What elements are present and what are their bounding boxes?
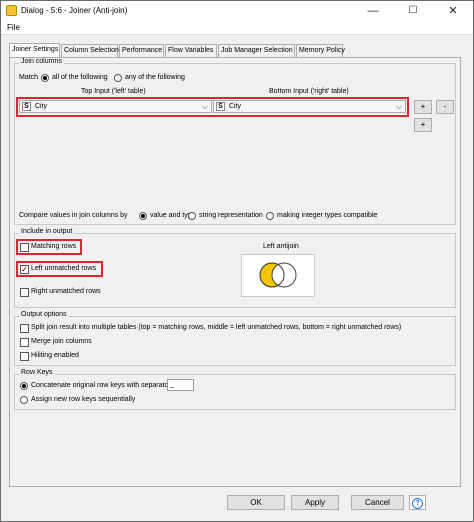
bottom-input-header: Bottom Input ('right' table): [269, 88, 349, 95]
compare-label: Compare values in join columns by: [19, 212, 128, 219]
string-type-icon: S: [22, 102, 31, 111]
dialog-window: Dialog - 5:6 - Joiner (Anti-join) — ☐ ✕ …: [0, 0, 474, 522]
output-options-group: Output options Split join result into mu…: [14, 311, 456, 366]
concatenate-keys-radio[interactable]: [20, 382, 28, 390]
chevron-down-icon: ⌵: [395, 102, 402, 111]
assign-new-keys-label[interactable]: Assign new row keys sequentially: [31, 396, 135, 403]
tab-memory-policy[interactable]: Memory Policy: [296, 44, 345, 57]
output-options-legend: Output options: [19, 311, 69, 318]
help-icon: ?: [412, 498, 423, 509]
compare-string-label[interactable]: string representation: [199, 212, 263, 219]
separator-input[interactable]: _: [167, 379, 194, 391]
venn-title: Left antijoin: [263, 243, 299, 250]
matching-rows-label[interactable]: Matching rows: [31, 243, 76, 250]
hiliting-checkbox[interactable]: [20, 352, 29, 361]
matching-rows-checkbox[interactable]: [20, 243, 29, 252]
concatenate-keys-label[interactable]: Concatenate original row keys with separ…: [31, 382, 171, 389]
bottom-gutter: [1, 513, 473, 521]
match-label: Match: [19, 74, 39, 81]
left-join-column-value: City: [35, 103, 48, 110]
include-in-output-legend: Include in output: [19, 228, 75, 235]
left-unmatched-checkbox[interactable]: ✓: [20, 265, 29, 274]
row-keys-legend: Row Keys: [19, 369, 55, 376]
menu-bar: File: [1, 21, 473, 35]
compare-integer-label[interactable]: making integer types compatible: [277, 212, 377, 219]
tab-joiner-settings[interactable]: Joiner Settings: [9, 43, 60, 57]
menu-file[interactable]: File: [7, 23, 20, 32]
include-in-output-group: Include in output Matching rows ✓ Left u…: [14, 228, 456, 308]
merge-join-columns-checkbox[interactable]: [20, 338, 29, 347]
split-output-checkbox[interactable]: [20, 324, 29, 333]
window-title: Dialog - 5:6 - Joiner (Anti-join): [21, 6, 128, 15]
row-keys-group: Row Keys Concatenate original row keys w…: [14, 369, 456, 410]
knime-app-icon: [6, 5, 17, 16]
join-columns-group: Join columns Match all of the following …: [14, 58, 456, 225]
help-button[interactable]: ?: [409, 495, 426, 510]
compare-value-type-radio[interactable]: [139, 212, 147, 220]
match-all-radio[interactable]: [41, 74, 49, 82]
assign-new-keys-radio[interactable]: [20, 396, 28, 404]
chevron-down-icon: ⌵: [201, 102, 208, 111]
merge-join-columns-label[interactable]: Merge join columns: [31, 338, 92, 345]
match-all-label[interactable]: all of the following: [52, 74, 108, 81]
right-join-column-combo[interactable]: S City ⌵: [213, 100, 406, 113]
match-any-radio[interactable]: [114, 74, 122, 82]
venn-diagram: [241, 254, 315, 297]
joiner-settings-panel: Join columns Match all of the following …: [9, 57, 461, 487]
right-unmatched-label[interactable]: Right unmatched rows: [31, 288, 101, 295]
add-row-button[interactable]: +: [414, 100, 432, 114]
string-type-icon: S: [216, 102, 225, 111]
right-unmatched-checkbox[interactable]: [20, 288, 29, 297]
match-any-label[interactable]: any of the following: [125, 74, 185, 81]
right-join-column-value: City: [229, 103, 242, 110]
left-unmatched-label[interactable]: Left unmatched rows: [31, 265, 96, 272]
compare-string-radio[interactable]: [188, 212, 196, 220]
split-output-label[interactable]: Split join result into multiple tables (…: [31, 324, 401, 331]
join-columns-legend: Join columns: [19, 58, 64, 65]
apply-button[interactable]: Apply: [291, 495, 339, 510]
left-join-column-combo[interactable]: S City ⌵: [19, 100, 212, 113]
maximize-button[interactable]: ☐: [393, 1, 433, 21]
add-row-below-button[interactable]: +: [414, 118, 432, 132]
tab-flow-variables[interactable]: Flow Variables: [165, 44, 217, 57]
cancel-button[interactable]: Cancel: [351, 495, 404, 510]
minimize-button[interactable]: —: [353, 1, 393, 21]
remove-row-button[interactable]: -: [436, 100, 454, 114]
title-bar[interactable]: Dialog - 5:6 - Joiner (Anti-join) — ☐ ✕: [1, 1, 473, 21]
top-input-header: Top Input ('left' table): [81, 88, 146, 95]
tab-job-manager-selection[interactable]: Job Manager Selection: [218, 44, 295, 57]
compare-integer-radio[interactable]: [266, 212, 274, 220]
hiliting-label[interactable]: Hiliting enabled: [31, 352, 79, 359]
tab-performance[interactable]: Performance: [119, 44, 164, 57]
close-button[interactable]: ✕: [433, 1, 473, 21]
tab-column-selection[interactable]: Column Selection: [61, 44, 119, 57]
ok-button[interactable]: OK: [227, 495, 285, 510]
venn-diagram-icon: [259, 262, 297, 288]
